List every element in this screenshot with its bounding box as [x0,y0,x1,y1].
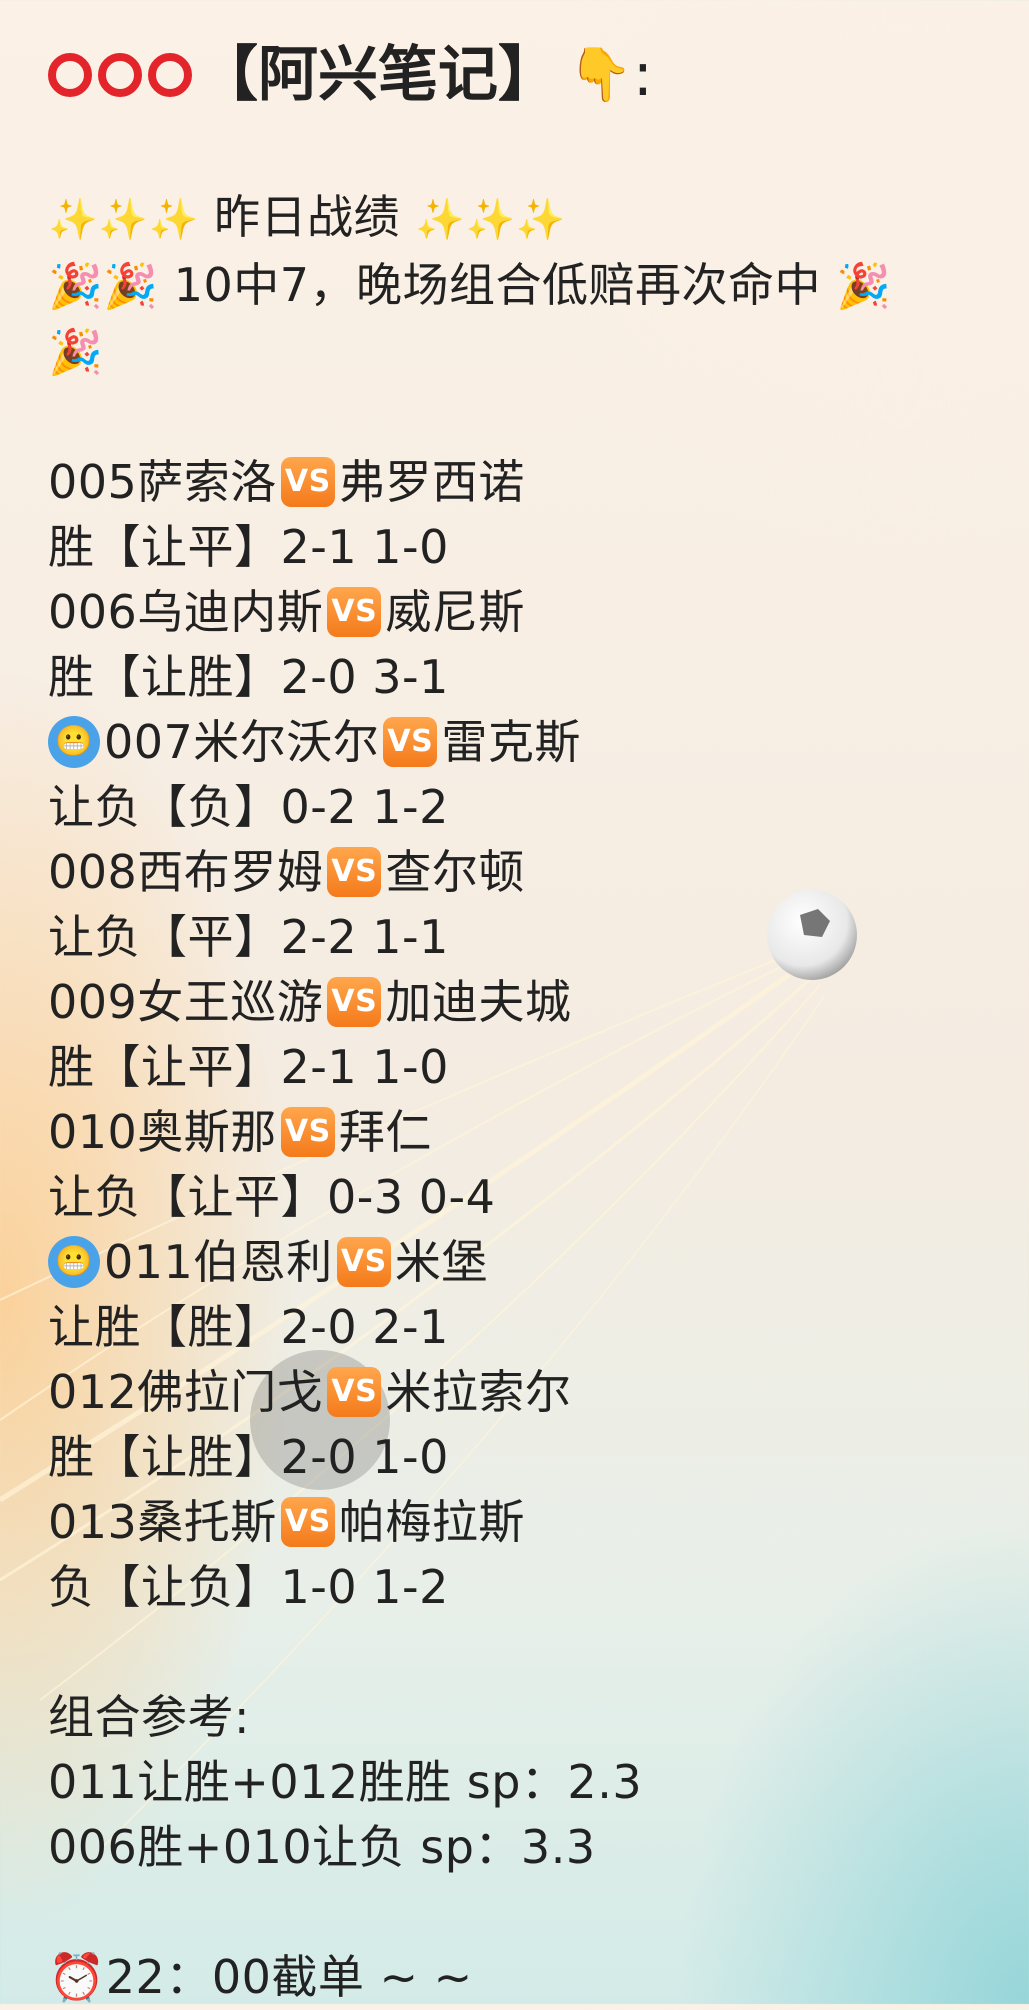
home-team: 009女王巡游 [48,975,324,1029]
match-teams: 012佛拉门戈 VS 米拉索尔 [48,1360,1008,1425]
away-team: 雷克斯 [441,715,581,769]
deadline-line: ⏰22：00截单 ~ ~ [48,1945,1008,2010]
deadline-text: 22：00截单 ~ ~ [105,1950,473,2004]
match-teams: 010奥斯那 VS 拜仁 [48,1100,1008,1165]
match-result: 让负【负】0-2 1-2 [48,780,449,834]
home-team: 007米尔沃尔 [104,715,380,769]
summary-line: 🎉🎉 10中7，晚场组合低赔再次命中 🎉 [48,253,1008,319]
sparkles-icon: ✨✨✨ [415,197,567,243]
away-team: 加迪夫城 [385,975,572,1029]
sparkles-icon: ✨✨✨ [48,197,199,243]
match-result: 胜【让平】2-1 1-0 [48,520,449,574]
match-list: 005萨索洛 VS 弗罗西诺 胜【让平】2-1 1-0 006乌迪内斯 VS 威尼斯 胜【让胜… [48,450,1008,1620]
match-teams: 😬 011伯恩利 VS 米堡 [48,1230,1008,1295]
home-team: 008西布罗姆 [48,845,324,899]
match-teams: 😬 007米尔沃尔 VS 雷克斯 [48,710,1008,775]
home-team: 005萨索洛 [48,455,277,509]
alarm-clock-icon: ⏰ [48,1950,106,2004]
grimace-face-icon: 😬 [48,1235,100,1288]
away-team: 拜仁 [338,1105,432,1159]
away-team: 弗罗西诺 [338,455,525,509]
match-result: 让负【让平】0-3 0-4 [48,1170,496,1224]
vs-badge-icon: VS [327,976,382,1027]
home-team: 010奥斯那 [48,1105,277,1159]
away-team: 米堡 [394,1235,488,1289]
away-team: 威尼斯 [385,585,525,639]
match-result: 胜【让平】2-1 1-0 [48,1040,449,1094]
summary-continuation: 🎉 [48,319,1008,385]
home-team: 012佛拉门戈 [48,1365,324,1419]
summary-text: 10中7，晚场组合低赔再次命中 [173,258,822,312]
match-teams: 006乌迪内斯 VS 威尼斯 [48,580,1008,645]
match-teams: 009女王巡游 VS 加迪夫城 [48,970,1008,1035]
combo-line: 011让胜+012胜胜 sp：2.3 [48,1755,643,1809]
home-team: 006乌迪内斯 [48,585,324,639]
vs-badge-icon: VS [327,846,382,897]
yesterday-header: ✨✨✨ 昨日战绩 ✨✨✨ [48,185,1008,253]
post-title: 【阿兴笔记】 👇 : [48,30,1008,120]
match-teams: 008西布罗姆 VS 查尔顿 [48,840,1008,905]
title-colon: : [632,40,653,110]
vs-badge-icon: VS [327,1366,382,1417]
title-text: 【阿兴笔记】 [198,40,558,110]
combo-heading: 组合参考: [48,1690,250,1744]
grimace-face-icon: 😬 [48,715,100,768]
match-result: 胜【让胜】2-0 3-1 [48,650,449,704]
vs-badge-icon: VS [280,1496,335,1547]
away-team: 帕梅拉斯 [338,1495,525,1549]
party-popper-icon: 🎉🎉 [48,261,159,312]
away-team: 查尔顿 [385,845,525,899]
post-content: 【阿兴笔记】 👇 : ✨✨✨ 昨日战绩 ✨✨✨ 🎉🎉 10中7，晚场组合低赔再次… [48,30,1008,2010]
red-circle-icon [48,53,92,97]
match-result: 胜【让胜】2-0 1-0 [48,1430,449,1484]
vs-badge-icon: VS [280,1106,335,1157]
combo-line: 006胜+010让负 sp：3.3 [48,1820,596,1874]
vs-badge-icon: VS [280,456,335,507]
away-team: 米拉索尔 [385,1365,572,1419]
match-result: 负【让负】1-0 1-2 [48,1560,449,1614]
party-popper-icon: 🎉 [48,327,104,378]
header-label: 昨日战绩 [214,190,401,244]
party-popper-icon: 🎉 [836,261,892,312]
vs-badge-icon: VS [383,716,438,767]
pointing-down-icon: 👇 [568,45,633,105]
home-team: 011伯恩利 [104,1235,333,1289]
match-teams: 005萨索洛 VS 弗罗西诺 [48,450,1008,515]
vs-badge-icon: VS [336,1236,391,1287]
match-result: 让胜【胜】2-0 2-1 [48,1300,449,1354]
red-circle-icon [148,53,192,97]
match-teams: 013桑托斯 VS 帕梅拉斯 [48,1490,1008,1555]
match-result: 让负【平】2-2 1-1 [48,910,449,964]
home-team: 013桑托斯 [48,1495,277,1549]
vs-badge-icon: VS [327,586,382,637]
red-circle-icon [98,53,142,97]
